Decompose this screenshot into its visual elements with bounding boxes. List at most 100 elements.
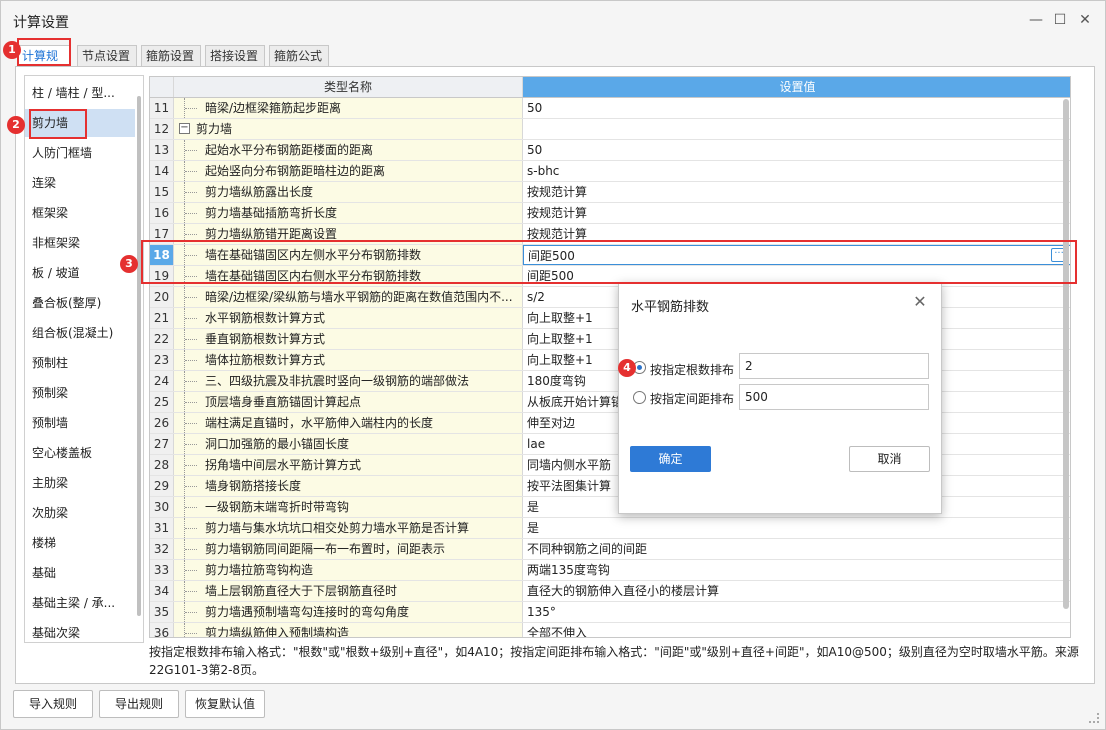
row-setting-value[interactable]: 按规范计算 bbox=[523, 203, 1070, 223]
row-index: 11 bbox=[150, 98, 174, 118]
tree-line bbox=[184, 98, 198, 118]
row-type-name: 暗梁/边框梁箍筋起步距离 bbox=[174, 98, 523, 118]
row-setting-value[interactable]: 全部不伸入 bbox=[523, 623, 1070, 637]
table-row[interactable]: 33 剪力墙拉筋弯钩构造 两端135度弯钩 bbox=[150, 560, 1070, 581]
sidebar-item[interactable]: 叠合板(整厚) bbox=[25, 289, 135, 317]
table-row[interactable]: 14 起始竖向分布钢筋距暗柱边的距离 s-bhc bbox=[150, 161, 1070, 182]
row-value-text: 向上取整+1 bbox=[527, 311, 593, 325]
import-rules-button[interactable]: 导入规则 bbox=[13, 690, 93, 718]
spacing-radio[interactable] bbox=[633, 391, 646, 404]
row-name-text: 剪力墙拉筋弯钩构造 bbox=[205, 563, 314, 577]
sidebar-item[interactable]: 连梁 bbox=[25, 169, 135, 197]
row-setting-value[interactable]: 按规范计算 bbox=[523, 182, 1070, 202]
row-value-text: 按规范计算 bbox=[527, 185, 588, 199]
sidebar-item[interactable]: 空心楼盖板 bbox=[25, 439, 135, 467]
row-setting-value[interactable]: 直径大的钢筋伸入直径小的楼层计算 bbox=[523, 581, 1070, 601]
row-setting-value[interactable]: 135° bbox=[523, 602, 1070, 622]
row-name-text: 剪力墙纵筋伸入预制墙构造 bbox=[205, 626, 350, 638]
row-setting-value[interactable]: 不同种钢筋之间的间距 bbox=[523, 539, 1070, 559]
row-type-name: 墙上层钢筋直径大于下层钢筋直径时 bbox=[174, 581, 523, 601]
tree-line bbox=[184, 287, 198, 307]
tab-node-settings[interactable]: 节点设置 bbox=[77, 45, 137, 67]
row-index: 30 bbox=[150, 497, 174, 517]
row-value-text: 向上取整+1 bbox=[527, 353, 593, 367]
minimize-icon[interactable]: — bbox=[1027, 11, 1045, 29]
sidebar-item[interactable]: 板 / 坡道 bbox=[25, 259, 135, 287]
grid-scrollbar[interactable] bbox=[1063, 99, 1069, 609]
sidebar-item[interactable]: 框架梁 bbox=[25, 199, 135, 227]
row-value-text: 向上取整+1 bbox=[527, 332, 593, 346]
sidebar-item[interactable]: 基础 bbox=[25, 559, 135, 587]
grid-header: 类型名称 设置值 bbox=[150, 77, 1070, 98]
cancel-button[interactable]: 取消 bbox=[849, 446, 930, 472]
count-input[interactable]: 2 bbox=[739, 353, 929, 379]
tree-line bbox=[184, 560, 198, 580]
row-index: 29 bbox=[150, 476, 174, 496]
collapse-icon[interactable]: − bbox=[179, 123, 190, 134]
row-value-text: 不同种钢筋之间的间距 bbox=[527, 542, 648, 556]
sidebar-item[interactable]: 预制墙 bbox=[25, 409, 135, 437]
sidebar-item[interactable]: 预制梁 bbox=[25, 379, 135, 407]
table-row[interactable]: 11 暗梁/边框梁箍筋起步距离 50 bbox=[150, 98, 1070, 119]
table-row[interactable]: 32 剪力墙钢筋同间距隔一布一布置时，间距表示 不同种钢筋之间的间距 bbox=[150, 539, 1070, 560]
sidebar-item[interactable]: 柱 / 墙柱 / 型... bbox=[25, 79, 135, 107]
row-setting-value[interactable] bbox=[523, 119, 1070, 139]
table-row[interactable]: 35 剪力墙遇预制墙弯勾连接时的弯勾角度 135° bbox=[150, 602, 1070, 623]
maximize-icon[interactable]: ☐ bbox=[1051, 11, 1069, 29]
row-name-text: 暗梁/边框梁箍筋起步距离 bbox=[205, 101, 342, 115]
row-name-text: 起始水平分布钢筋距楼面的距离 bbox=[205, 143, 374, 157]
annotation-badge-3: 3 bbox=[120, 255, 138, 273]
row-index: 33 bbox=[150, 560, 174, 580]
sidebar-item[interactable]: 次肋梁 bbox=[25, 499, 135, 527]
row-index: 36 bbox=[150, 623, 174, 637]
table-row[interactable]: 12− 剪力墙 bbox=[150, 119, 1070, 140]
row-value-text: 135° bbox=[527, 605, 556, 619]
row-setting-value[interactable]: 是 bbox=[523, 518, 1070, 538]
tree-line bbox=[184, 434, 198, 454]
table-row[interactable]: 13 起始水平分布钢筋距楼面的距离 50 bbox=[150, 140, 1070, 161]
sidebar-item[interactable]: 组合板(混凝土) bbox=[25, 319, 135, 347]
sidebar-scrollbar[interactable] bbox=[137, 96, 141, 616]
row-setting-value[interactable]: s-bhc bbox=[523, 161, 1070, 181]
sidebar-item[interactable]: 非框架梁 bbox=[25, 229, 135, 257]
tab-lap-settings[interactable]: 搭接设置 bbox=[205, 45, 265, 67]
tree-line bbox=[184, 371, 198, 391]
tree-line bbox=[184, 497, 198, 517]
row-value-text: s/2 bbox=[527, 290, 545, 304]
row-index: 27 bbox=[150, 434, 174, 454]
row-setting-value[interactable]: 50 bbox=[523, 98, 1070, 118]
table-row[interactable]: 36 剪力墙纵筋伸入预制墙构造 全部不伸入 bbox=[150, 623, 1070, 638]
sidebar-item[interactable]: 楼梯 bbox=[25, 529, 135, 557]
row-name-text: 剪力墙遇预制墙弯勾连接时的弯勾角度 bbox=[205, 605, 410, 619]
table-row[interactable]: 16 剪力墙基础插筋弯折长度 按规范计算 bbox=[150, 203, 1070, 224]
row-type-name: 端柱满足直锚时，水平筋伸入端柱内的长度 bbox=[174, 413, 523, 433]
row-value-text: 按平法图集计算 bbox=[527, 479, 612, 493]
tab-stirrup-formula[interactable]: 箍筋公式 bbox=[269, 45, 329, 67]
ok-button[interactable]: 确定 bbox=[630, 446, 711, 472]
export-rules-button[interactable]: 导出规则 bbox=[99, 690, 179, 718]
resize-grip[interactable] bbox=[1089, 713, 1099, 723]
spacing-input[interactable]: 500 bbox=[739, 384, 929, 410]
row-type-name: 一级钢筋末端弯折时带弯钩 bbox=[174, 497, 523, 517]
sidebar-item[interactable]: 基础主梁 / 承... bbox=[25, 589, 135, 617]
table-row[interactable]: 15 剪力墙纵筋露出长度 按规范计算 bbox=[150, 182, 1070, 203]
row-setting-value[interactable]: 两端135度弯钩 bbox=[523, 560, 1070, 580]
table-row[interactable]: 34 墙上层钢筋直径大于下层钢筋直径时 直径大的钢筋伸入直径小的楼层计算 bbox=[150, 581, 1070, 602]
sidebar-item[interactable]: 人防门框墙 bbox=[25, 139, 135, 167]
annotation-badge-2: 2 bbox=[7, 116, 25, 134]
restore-defaults-button[interactable]: 恢复默认值 bbox=[185, 690, 265, 718]
row-value-text: 按规范计算 bbox=[527, 206, 588, 220]
row-setting-value[interactable]: 50 bbox=[523, 140, 1070, 160]
table-row[interactable]: 31 剪力墙与集水坑坑口相交处剪力墙水平筋是否计算 是 bbox=[150, 518, 1070, 539]
row-type-name: 顶层墙身垂直筋锚固计算起点 bbox=[174, 392, 523, 412]
sidebar-item[interactable]: 主肋梁 bbox=[25, 469, 135, 497]
header-setting-value: 设置值 bbox=[523, 77, 1070, 97]
row-type-name: 墙身钢筋搭接长度 bbox=[174, 476, 523, 496]
row-type-name: 剪力墙与集水坑坑口相交处剪力墙水平筋是否计算 bbox=[174, 518, 523, 538]
row-index: 20 bbox=[150, 287, 174, 307]
dialog-close-icon[interactable]: ✕ bbox=[911, 293, 929, 311]
tab-stirrup-settings[interactable]: 箍筋设置 bbox=[141, 45, 201, 67]
close-icon[interactable]: ✕ bbox=[1076, 11, 1094, 29]
sidebar-item[interactable]: 预制柱 bbox=[25, 349, 135, 377]
sidebar-item[interactable]: 基础次梁 bbox=[25, 619, 135, 642]
